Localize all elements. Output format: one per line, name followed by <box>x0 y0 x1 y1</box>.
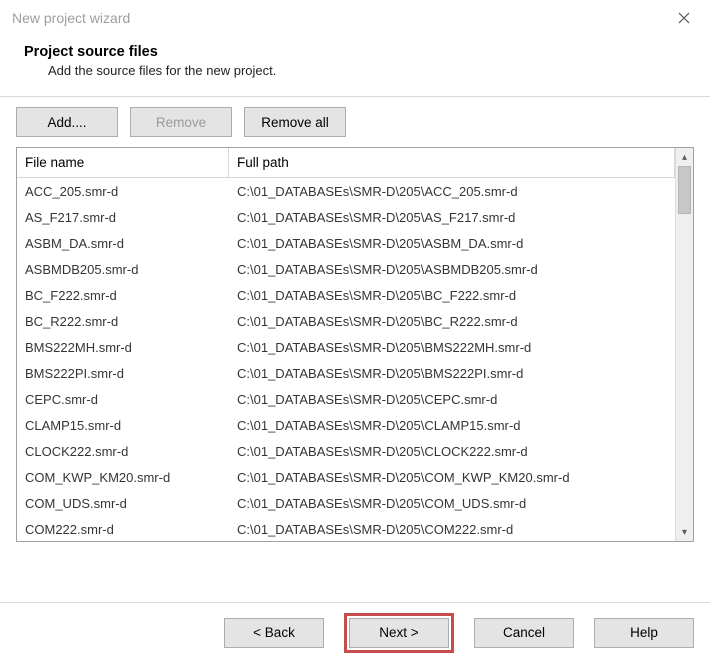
wizard-subtitle: Add the source files for the new project… <box>24 63 686 78</box>
cell-fullpath: C:\01_DATABASEs\SMR-D\205\COM_KWP_KM20.s… <box>229 470 675 485</box>
list-item[interactable]: ASBM_DA.smr-dC:\01_DATABASEs\SMR-D\205\A… <box>17 230 675 256</box>
cell-filename: COM_UDS.smr-d <box>17 496 229 511</box>
cell-fullpath: C:\01_DATABASEs\SMR-D\205\CLOCK222.smr-d <box>229 444 675 459</box>
cell-fullpath: C:\01_DATABASEs\SMR-D\205\AS_F217.smr-d <box>229 210 675 225</box>
cell-filename: BMS222PI.smr-d <box>17 366 229 381</box>
cell-filename: BC_R222.smr-d <box>17 314 229 329</box>
scroll-track[interactable] <box>676 166 693 523</box>
back-button[interactable]: < Back <box>224 618 324 648</box>
list-item[interactable]: ACC_205.smr-dC:\01_DATABASEs\SMR-D\205\A… <box>17 178 675 204</box>
cell-filename: BMS222MH.smr-d <box>17 340 229 355</box>
close-icon <box>678 12 690 24</box>
window-title: New project wizard <box>12 10 130 26</box>
cell-filename: COM_KWP_KM20.smr-d <box>17 470 229 485</box>
list-rows: ACC_205.smr-dC:\01_DATABASEs\SMR-D\205\A… <box>17 178 675 541</box>
next-button[interactable]: Next > <box>349 618 449 648</box>
remove-button[interactable]: Remove <box>130 107 232 137</box>
cell-filename: ASBMDB205.smr-d <box>17 262 229 277</box>
column-header-fullpath[interactable]: Full path <box>229 148 675 177</box>
list-item[interactable]: CLAMP15.smr-dC:\01_DATABASEs\SMR-D\205\C… <box>17 412 675 438</box>
next-button-highlight: Next > <box>344 613 454 653</box>
cell-filename: AS_F217.smr-d <box>17 210 229 225</box>
cell-fullpath: C:\01_DATABASEs\SMR-D\205\BC_F222.smr-d <box>229 288 675 303</box>
cell-fullpath: C:\01_DATABASEs\SMR-D\205\COM222.smr-d <box>229 522 675 537</box>
titlebar: New project wizard <box>0 0 710 36</box>
cell-fullpath: C:\01_DATABASEs\SMR-D\205\BMS222PI.smr-d <box>229 366 675 381</box>
list-item[interactable]: BC_R222.smr-dC:\01_DATABASEs\SMR-D\205\B… <box>17 308 675 334</box>
cancel-button[interactable]: Cancel <box>474 618 574 648</box>
content-area: Add.... Remove Remove all File name Full… <box>0 97 710 542</box>
list-item[interactable]: ASBMDB205.smr-dC:\01_DATABASEs\SMR-D\205… <box>17 256 675 282</box>
cell-fullpath: C:\01_DATABASEs\SMR-D\205\CEPC.smr-d <box>229 392 675 407</box>
list-header: File name Full path <box>17 148 675 178</box>
list-item[interactable]: COM_KWP_KM20.smr-dC:\01_DATABASEs\SMR-D\… <box>17 464 675 490</box>
cell-fullpath: C:\01_DATABASEs\SMR-D\205\BC_R222.smr-d <box>229 314 675 329</box>
wizard-title: Project source files <box>24 44 686 60</box>
cell-fullpath: C:\01_DATABASEs\SMR-D\205\CLAMP15.smr-d <box>229 418 675 433</box>
add-button[interactable]: Add.... <box>16 107 118 137</box>
cell-fullpath: C:\01_DATABASEs\SMR-D\205\COM_UDS.smr-d <box>229 496 675 511</box>
file-list: File name Full path ACC_205.smr-dC:\01_D… <box>16 147 694 542</box>
vertical-scrollbar[interactable]: ▴ ▾ <box>675 148 693 541</box>
help-button[interactable]: Help <box>594 618 694 648</box>
cell-filename: COM222.smr-d <box>17 522 229 537</box>
cell-filename: CEPC.smr-d <box>17 392 229 407</box>
wizard-header: Project source files Add the source file… <box>0 36 710 97</box>
list-item[interactable]: BMS222PI.smr-dC:\01_DATABASEs\SMR-D\205\… <box>17 360 675 386</box>
cell-fullpath: C:\01_DATABASEs\SMR-D\205\ACC_205.smr-d <box>229 184 675 199</box>
list-item[interactable]: COM_UDS.smr-dC:\01_DATABASEs\SMR-D\205\C… <box>17 490 675 516</box>
remove-all-button[interactable]: Remove all <box>244 107 346 137</box>
toolbar: Add.... Remove Remove all <box>16 107 694 137</box>
cell-filename: BC_F222.smr-d <box>17 288 229 303</box>
list-item[interactable]: BC_F222.smr-dC:\01_DATABASEs\SMR-D\205\B… <box>17 282 675 308</box>
list-item[interactable]: CEPC.smr-dC:\01_DATABASEs\SMR-D\205\CEPC… <box>17 386 675 412</box>
cell-filename: CLAMP15.smr-d <box>17 418 229 433</box>
cell-fullpath: C:\01_DATABASEs\SMR-D\205\ASBMDB205.smr-… <box>229 262 675 277</box>
scroll-up-arrow-icon[interactable]: ▴ <box>676 148 693 166</box>
list-item[interactable]: COM222.smr-dC:\01_DATABASEs\SMR-D\205\CO… <box>17 516 675 541</box>
wizard-footer: < Back Next > Cancel Help <box>0 602 710 662</box>
column-header-filename[interactable]: File name <box>17 148 229 177</box>
list-item[interactable]: AS_F217.smr-dC:\01_DATABASEs\SMR-D\205\A… <box>17 204 675 230</box>
list-item[interactable]: BMS222MH.smr-dC:\01_DATABASEs\SMR-D\205\… <box>17 334 675 360</box>
scroll-down-arrow-icon[interactable]: ▾ <box>676 523 693 541</box>
cell-fullpath: C:\01_DATABASEs\SMR-D\205\BMS222MH.smr-d <box>229 340 675 355</box>
cell-filename: CLOCK222.smr-d <box>17 444 229 459</box>
cell-filename: ACC_205.smr-d <box>17 184 229 199</box>
cell-filename: ASBM_DA.smr-d <box>17 236 229 251</box>
close-button[interactable] <box>672 6 696 30</box>
scroll-thumb[interactable] <box>678 166 691 214</box>
cell-fullpath: C:\01_DATABASEs\SMR-D\205\ASBM_DA.smr-d <box>229 236 675 251</box>
list-item[interactable]: CLOCK222.smr-dC:\01_DATABASEs\SMR-D\205\… <box>17 438 675 464</box>
